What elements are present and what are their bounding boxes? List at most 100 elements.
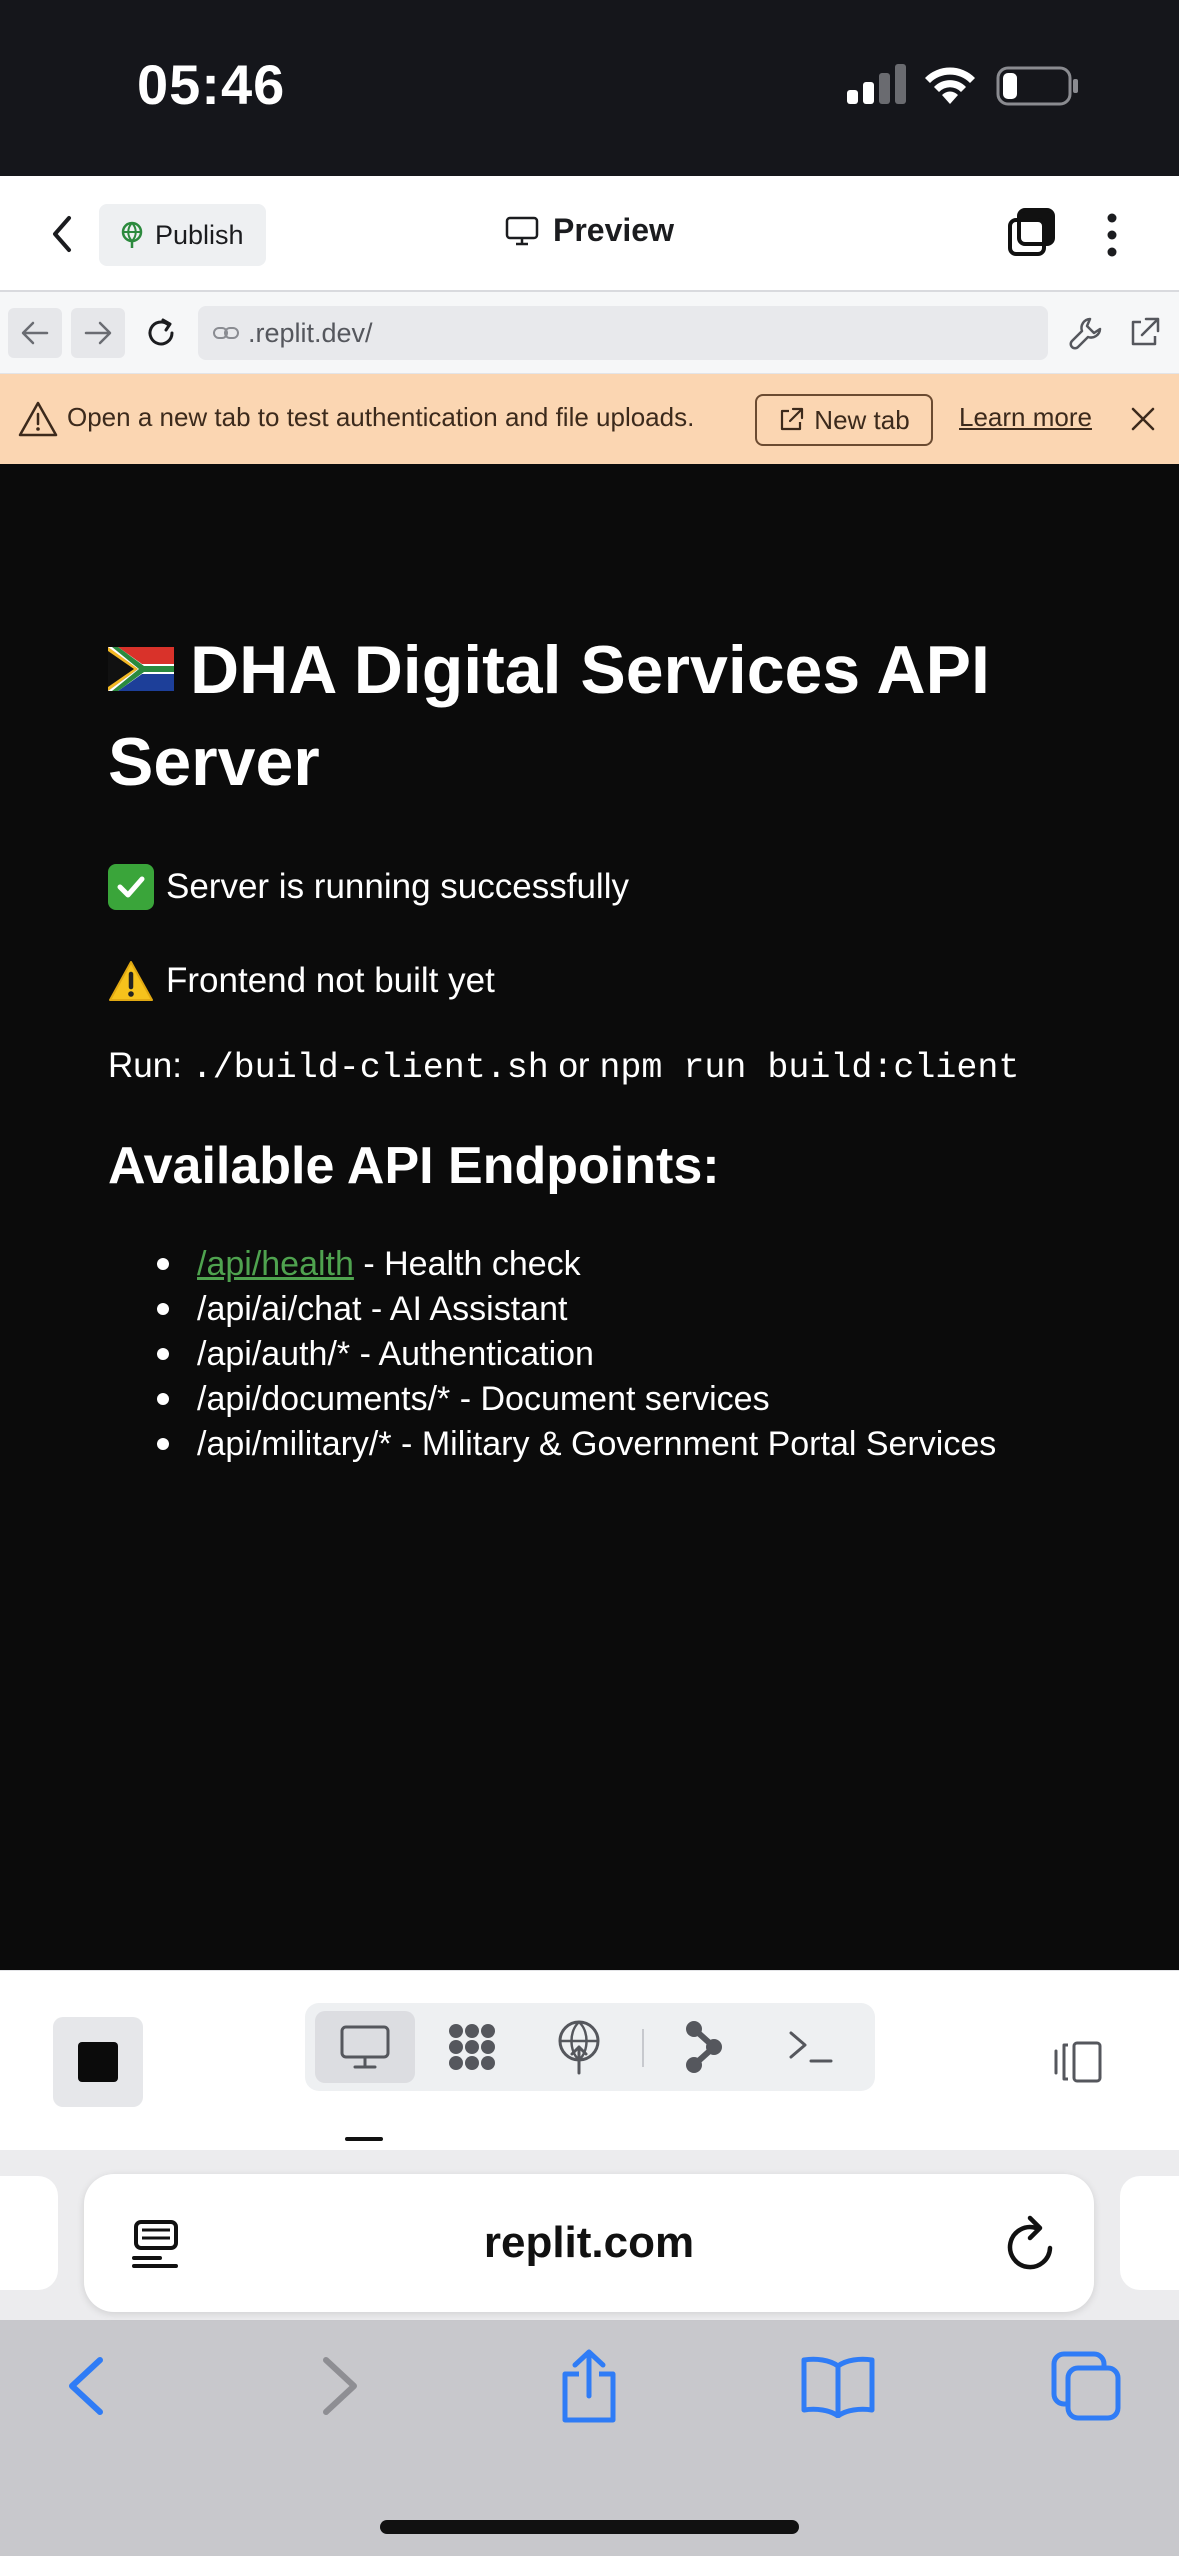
list-item: /api/health - Health check [157,1242,996,1287]
monitor-icon [505,216,539,245]
close-icon [1131,407,1155,431]
learn-more-link[interactable]: Learn more [959,402,1092,433]
preview-title-text: Preview [553,212,674,248]
preview-url-bar: .replit.dev/ [0,292,1179,374]
active-tool-indicator [345,2137,383,2141]
endpoint-path: /api/military/* [197,1425,392,1463]
preview-url-field[interactable]: .replit.dev/ [198,306,1048,360]
list-item: /api/military/* - Military & Government … [157,1422,996,1467]
link-icon [213,327,239,339]
safari-forward-button[interactable] [300,2346,380,2426]
chevron-left-icon [53,216,71,252]
terminal-icon [789,2031,833,2063]
list-item: /api/documents/* - Document services [157,1377,996,1422]
safari-share-button[interactable] [549,2346,629,2426]
build-command-1: ./build-client.sh [191,1048,549,1088]
check-mark-icon [108,864,154,910]
safari-reload-icon[interactable] [1002,2214,1058,2274]
screen: 05:46 Publish Preview .replit.dev/ Open … [0,0,1179,2556]
wrench-icon [1069,317,1102,350]
endpoint-desc: - Military & Government Portal Services [391,1425,997,1463]
deploy-tool-button[interactable] [529,2011,629,2083]
frontend-status: Frontend not built yet [108,960,495,1002]
deploy-globe-icon [558,2020,600,2075]
tool-switcher [305,2003,875,2091]
publish-button[interactable]: Publish [99,204,266,266]
page-title-text: DHA Digital Services API Server [108,632,990,800]
preview-url-text: .replit.dev/ [248,317,373,348]
endpoint-desc: - AI Assistant [361,1290,568,1328]
preview-title: Preview [505,212,674,249]
run-or: or [558,1046,590,1085]
wifi-icon [925,67,975,104]
more-options-icon[interactable] [1100,210,1124,260]
safari-address-area: replit.com [0,2150,1179,2320]
server-status: Server is running successfully [108,864,629,910]
list-item: /api/ai/chat - AI Assistant [157,1287,996,1332]
tabs-overview-icon [1051,2351,1121,2421]
agent-icon [449,2024,495,2070]
endpoints-heading: Available API Endpoints: [108,1137,720,1195]
publish-globe-icon [121,221,143,248]
open-external-button[interactable] [1122,310,1166,356]
endpoint-path: /api/ai/chat [197,1290,362,1328]
next-tab-peek[interactable] [1120,2176,1179,2290]
external-link-icon [1131,317,1160,346]
status-time: 05:46 [137,53,286,116]
endpoint-desc: - Authentication [350,1335,594,1373]
endpoint-desc: - Document services [450,1380,770,1418]
list-item: /api/auth/* - Authentication [157,1332,996,1377]
safari-chrome: replit.com [0,2150,1179,2556]
safari-address-bar[interactable]: replit.com [84,2174,1094,2312]
reload-icon [148,318,174,346]
tool-divider [642,2029,644,2067]
safari-back-button[interactable] [46,2346,126,2426]
run-instructions: Run: ./build-client.sh or npm run build:… [108,1046,1019,1088]
new-tab-button[interactable]: New tab [755,394,933,446]
preview-page: DHA Digital Services API Server Server i… [0,464,1179,1970]
share-icon [562,2349,616,2423]
back-button[interactable] [38,210,86,258]
nav-forward-button[interactable] [71,308,125,358]
chevron-left-icon [69,2357,103,2415]
cellular-signal-icon [847,64,906,104]
stop-button[interactable] [53,2017,143,2107]
frontend-status-text: Frontend not built yet [166,961,495,1000]
publish-label: Publish [155,219,244,250]
run-prefix: Run: [108,1046,182,1085]
monitor-icon [340,2025,390,2069]
shell-tool-button[interactable] [761,2011,861,2083]
agent-tool-button[interactable] [422,2011,522,2083]
reload-button[interactable] [134,308,188,358]
status-bar: 05:46 [0,0,1179,176]
arrow-left-icon [21,321,49,345]
server-status-text: Server is running successfully [166,867,629,906]
banner-close-button[interactable] [1124,400,1162,438]
preview-tool-button[interactable] [315,2011,415,2083]
notice-banner: Open a new tab to test authentication an… [0,374,1179,464]
warning-emoji-icon [109,961,153,1001]
tabs-icon[interactable] [1007,208,1055,258]
previous-tab-peek[interactable] [0,2176,58,2290]
chevron-right-icon [323,2357,357,2415]
health-endpoint-link[interactable]: /api/health [197,1245,354,1283]
nav-back-button[interactable] [8,308,62,358]
arrow-right-icon [84,321,112,345]
devtools-button[interactable] [1064,310,1108,356]
page-title: DHA Digital Services API Server [108,624,1108,808]
endpoint-path: /api/documents/* [197,1380,451,1418]
split-layout-icon[interactable] [1050,2037,1106,2087]
endpoint-path: /api/auth/* [197,1335,351,1373]
stop-icon [78,2042,118,2082]
safari-tabs-button[interactable] [1046,2346,1126,2426]
endpoints-list: /api/health - Health check /api/ai/chat … [157,1242,996,1467]
battery-icon [996,66,1078,106]
safari-bookmarks-button[interactable] [798,2346,878,2426]
replit-toolbar [0,1970,1179,2150]
replit-header: Publish Preview [0,176,1179,292]
git-branch-icon [686,2021,722,2073]
south-africa-flag-icon [108,647,174,692]
build-command-2: npm run build:client [599,1048,1020,1088]
git-tool-button[interactable] [654,2011,754,2083]
new-tab-label: New tab [814,404,910,435]
